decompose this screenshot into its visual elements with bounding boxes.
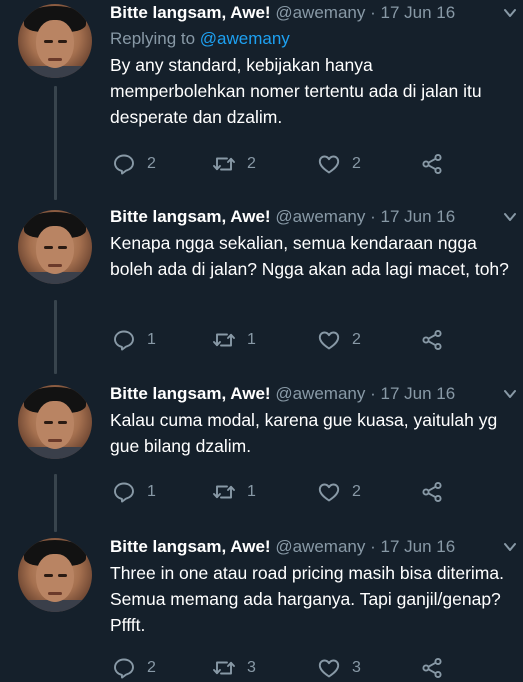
display-name[interactable]: Bitte langsam, Awe! [110,207,271,226]
reply-count: 1 [147,331,156,348]
reply-mention-link[interactable]: @awemany [200,29,290,48]
avatar[interactable] [18,538,92,612]
separator-dot: · [370,537,376,556]
share-icon [422,153,442,175]
separator-dot: · [370,207,376,226]
tweet-actions: 2 2 2 [112,150,452,178]
chevron-down-icon[interactable] [503,387,517,401]
share-icon [422,329,442,351]
reply-icon [114,482,134,503]
avatar[interactable] [18,4,92,78]
retweet-count: 1 [247,331,256,348]
retweet-button[interactable]: 3 [212,654,256,682]
reply-count: 1 [147,483,156,500]
reply-count: 2 [147,155,156,172]
like-count: 2 [352,155,361,172]
retweet-count: 1 [247,483,256,500]
reply-icon [114,330,134,351]
user-handle[interactable]: @awemany [275,3,365,22]
reply-button[interactable]: 2 [112,150,156,178]
share-button[interactable] [420,150,444,178]
user-handle[interactable]: @awemany [275,207,365,226]
tweet-text: Kenapa ngga sekalian, semua kendaraan ng… [110,233,509,279]
tweet-text: Three in one atau road pricing masih bis… [110,563,504,635]
share-icon [422,657,442,679]
retweet-icon [213,485,235,499]
share-button[interactable] [420,326,444,354]
retweet-button[interactable]: 1 [212,478,256,506]
tweet-actions: 1 1 2 [112,326,452,354]
retweet-button[interactable]: 2 [212,150,256,178]
tweet-actions: 2 3 3 [112,654,452,682]
replying-to-label: Replying to [110,29,196,48]
chevron-down-icon[interactable] [503,6,517,20]
tweet[interactable]: Bitte langsam, Awe! @awemany · 17 Jun 16… [0,375,523,530]
tweet-date[interactable]: 17 Jun 16 [381,207,456,226]
tweet-actions: 1 1 2 [112,478,452,506]
reply-button[interactable]: 1 [112,326,156,354]
tweet-date[interactable]: 17 Jun 16 [381,384,456,403]
tweet-text: Kalau cuma modal, karena gue kuasa, yait… [110,410,498,456]
retweet-icon [213,333,235,347]
reply-count: 2 [147,659,156,676]
tweet-date[interactable]: 17 Jun 16 [381,537,456,556]
user-handle[interactable]: @awemany [275,537,365,556]
tweet-header: Bitte langsam, Awe! @awemany · 17 Jun 16 [110,381,511,407]
heart-icon [318,483,340,502]
like-count: 3 [352,659,361,676]
retweet-count: 3 [247,659,256,676]
display-name[interactable]: Bitte langsam, Awe! [110,3,271,22]
tweet-text: By any standard, kebijakan hanya memperb… [110,55,482,127]
tweet-header: Bitte langsam, Awe! @awemany · 17 Jun 16 [110,204,511,230]
like-count: 2 [352,331,361,348]
heart-icon [318,155,340,174]
chevron-down-icon[interactable] [503,540,517,554]
avatar[interactable] [18,385,92,459]
tweet-header: Bitte langsam, Awe! @awemany · 17 Jun 16 [110,534,511,560]
tweet[interactable]: Bitte langsam, Awe! @awemany · 17 Jun 16… [0,530,523,680]
tweet-date[interactable]: 17 Jun 16 [381,3,456,22]
like-button[interactable]: 2 [317,478,361,506]
display-name[interactable]: Bitte langsam, Awe! [110,537,271,556]
display-name[interactable]: Bitte langsam, Awe! [110,384,271,403]
like-button[interactable]: 2 [317,150,361,178]
share-icon [422,481,442,503]
retweet-button[interactable]: 1 [212,326,256,354]
separator-dot: · [370,384,376,403]
like-button[interactable]: 2 [317,326,361,354]
tweet-header: Bitte langsam, Awe! @awemany · 17 Jun 16 [110,0,511,26]
heart-icon [318,331,340,350]
retweet-icon [213,661,235,675]
tweet[interactable]: Bitte langsam, Awe! @awemany · 17 Jun 16… [0,0,523,200]
like-button[interactable]: 3 [317,654,361,682]
user-handle[interactable]: @awemany [275,384,365,403]
replying-to: Replying to @awemany [110,26,290,52]
share-button[interactable] [420,478,444,506]
tweet[interactable]: Bitte langsam, Awe! @awemany · 17 Jun 16… [0,200,523,375]
reply-icon [114,658,134,679]
chevron-down-icon[interactable] [503,210,517,224]
reply-button[interactable]: 2 [112,654,156,682]
avatar[interactable] [18,210,92,284]
retweet-count: 2 [247,155,256,172]
share-button[interactable] [420,654,444,682]
reply-button[interactable]: 1 [112,478,156,506]
retweet-icon [213,157,235,171]
reply-icon [114,154,134,175]
heart-icon [318,659,340,678]
separator-dot: · [370,3,376,22]
like-count: 2 [352,483,361,500]
